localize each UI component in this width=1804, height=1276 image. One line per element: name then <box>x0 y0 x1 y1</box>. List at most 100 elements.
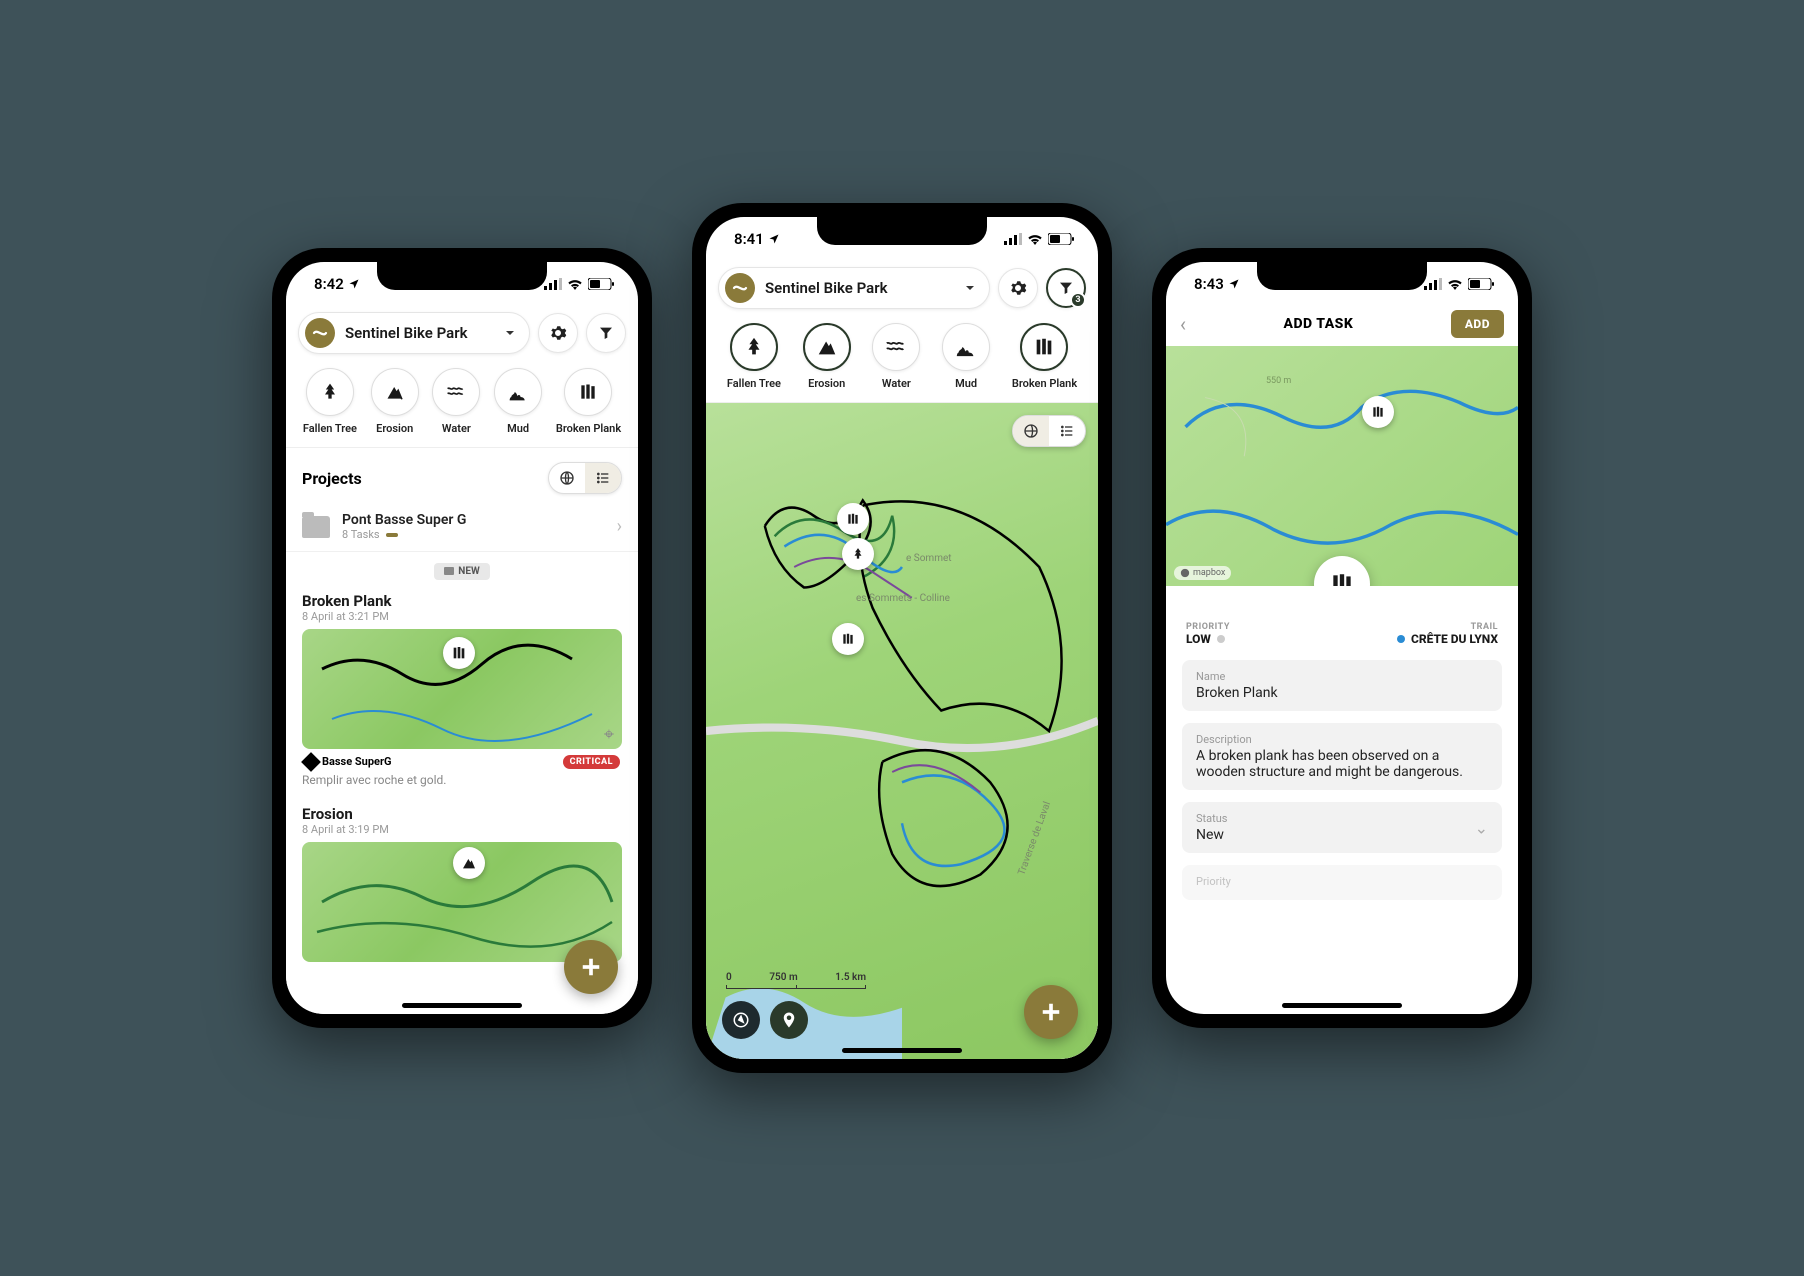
list-content[interactable]: Projects Pont Basse Super G 8 Tasks › NE… <box>286 448 638 1014</box>
plank-icon <box>1033 336 1055 358</box>
wifi-icon <box>1027 233 1043 245</box>
priority-dot-icon <box>1217 635 1225 643</box>
water-icon <box>885 336 907 358</box>
phone-map-view: 8:41 Sentinel Bike Park 3 <box>692 203 1112 1073</box>
plank-icon <box>1329 571 1355 586</box>
globe-icon <box>559 470 575 486</box>
quick-fallen-tree[interactable]: Fallen Tree <box>727 323 781 390</box>
erosion-icon <box>385 382 405 402</box>
project-name: Pont Basse Super G <box>342 512 605 528</box>
trail-dot-icon <box>1397 635 1405 643</box>
view-toggle[interactable] <box>548 462 622 494</box>
park-name: Sentinel Bike Park <box>765 279 955 297</box>
trail-tag: Basse SuperG <box>304 755 391 769</box>
wifi-icon <box>1447 278 1463 290</box>
task-meta: PRIORITY LOW TRAIL CRÊTE DU LYNX <box>1166 586 1518 660</box>
task-broken-plank[interactable]: Broken Plank 8 April at 3:21 PM ⌖ Basse … <box>286 588 638 801</box>
project-item[interactable]: Pont Basse Super G 8 Tasks › <box>286 502 638 552</box>
view-toggle[interactable] <box>1012 415 1086 447</box>
quick-broken-plank[interactable]: Broken Plank <box>1012 323 1077 390</box>
gear-icon <box>1009 279 1027 297</box>
list-icon <box>595 470 611 486</box>
quick-erosion[interactable]: Erosion <box>803 323 851 390</box>
location-icon <box>1228 278 1240 290</box>
status-time: 8:43 <box>1194 275 1224 293</box>
quick-fallen-tree[interactable]: Fallen Tree <box>303 368 357 435</box>
add-fab[interactable] <box>1024 985 1078 1039</box>
map-label: es Sommets - Colline <box>856 593 950 604</box>
task-location-map[interactable]: 550 m mapbox <box>1166 346 1518 586</box>
settings-button[interactable] <box>538 313 578 353</box>
difficulty-diamond-icon <box>301 752 321 772</box>
add-button[interactable]: ADD <box>1451 310 1504 338</box>
filter-count: 3 <box>1070 292 1086 308</box>
list-icon <box>1059 423 1075 439</box>
notch <box>1257 262 1427 290</box>
quick-mud[interactable]: Mud <box>494 368 542 435</box>
status-time: 8:41 <box>734 230 764 248</box>
quick-water[interactable]: Water <box>432 368 480 435</box>
filter-icon <box>598 325 614 341</box>
new-badge: NEW <box>434 563 489 580</box>
tree-icon <box>320 382 340 402</box>
compass-button[interactable] <box>722 1001 760 1039</box>
quick-erosion[interactable]: Erosion <box>371 368 419 435</box>
location-icon <box>348 278 360 290</box>
park-selector[interactable]: Sentinel Bike Park <box>298 312 530 354</box>
dropdown-icon <box>965 283 975 293</box>
critical-badge: CRITICAL <box>563 755 620 769</box>
folder-small-icon <box>444 567 454 575</box>
park-logo-icon <box>725 273 755 303</box>
filter-button[interactable] <box>586 313 626 353</box>
quick-broken-plank[interactable]: Broken Plank <box>556 368 621 435</box>
compass-icon <box>732 1011 750 1029</box>
map-label: e Sommet <box>906 553 952 564</box>
locate-button[interactable] <box>770 1001 808 1039</box>
plank-pin-icon <box>841 632 855 646</box>
progress-bar <box>386 533 398 537</box>
home-indicator[interactable] <box>402 1003 522 1008</box>
add-fab[interactable] <box>564 940 618 994</box>
priority-field[interactable]: Priority <box>1182 865 1502 900</box>
task-note: Remplir avec roche et gold. <box>302 769 622 787</box>
folder-icon <box>302 516 330 538</box>
location-pin-icon <box>780 1011 798 1029</box>
map-content[interactable]: e Sommet es Sommets - Colline Traverse d… <box>706 403 1098 1059</box>
task-map-preview: ⌖ <box>302 629 622 749</box>
park-logo-icon <box>305 318 335 348</box>
name-field[interactable]: Name Broken Plank <box>1182 660 1502 711</box>
water-icon <box>446 382 466 402</box>
status-time: 8:42 <box>314 275 344 293</box>
cell-signal-icon <box>1004 233 1022 245</box>
notch <box>377 262 547 290</box>
quick-water[interactable]: Water <box>872 323 920 390</box>
settings-button[interactable] <box>998 268 1038 308</box>
phone-add-task: 8:43 ‹ ADD TASK ADD 550 m <box>1152 248 1532 1028</box>
quick-mud[interactable]: Mud <box>942 323 990 390</box>
home-indicator[interactable] <box>842 1048 962 1053</box>
battery-icon <box>1048 233 1074 245</box>
quick-actions: Fallen Tree Erosion Water Mud Broken Pla… <box>286 360 638 448</box>
compass-icon: ⌖ <box>604 724 614 745</box>
back-button[interactable]: ‹ <box>1180 312 1186 336</box>
description-field[interactable]: Description A broken plank has been obse… <box>1182 723 1502 790</box>
location-icon <box>768 233 780 245</box>
chevron-down-icon: ⌄ <box>1475 818 1488 837</box>
park-selector[interactable]: Sentinel Bike Park <box>718 267 990 309</box>
home-indicator[interactable] <box>1282 1003 1402 1008</box>
map-canvas[interactable]: e Sommet es Sommets - Colline Traverse d… <box>706 403 1098 1059</box>
mud-icon <box>955 336 977 358</box>
filter-button[interactable]: 3 <box>1046 268 1086 308</box>
wifi-icon <box>567 278 583 290</box>
battery-icon <box>1468 278 1494 290</box>
park-name: Sentinel Bike Park <box>345 324 495 342</box>
erosion-icon <box>816 336 838 358</box>
globe-icon <box>1023 423 1039 439</box>
tree-icon <box>743 336 765 358</box>
tree-pin-icon <box>851 547 865 561</box>
mud-icon <box>508 382 528 402</box>
plank-pin-icon <box>846 512 860 526</box>
status-field[interactable]: Status New ⌄ <box>1182 802 1502 853</box>
phone-list-view: 8:42 Sentinel Bike Park <box>272 248 652 1028</box>
cell-signal-icon <box>544 278 562 290</box>
